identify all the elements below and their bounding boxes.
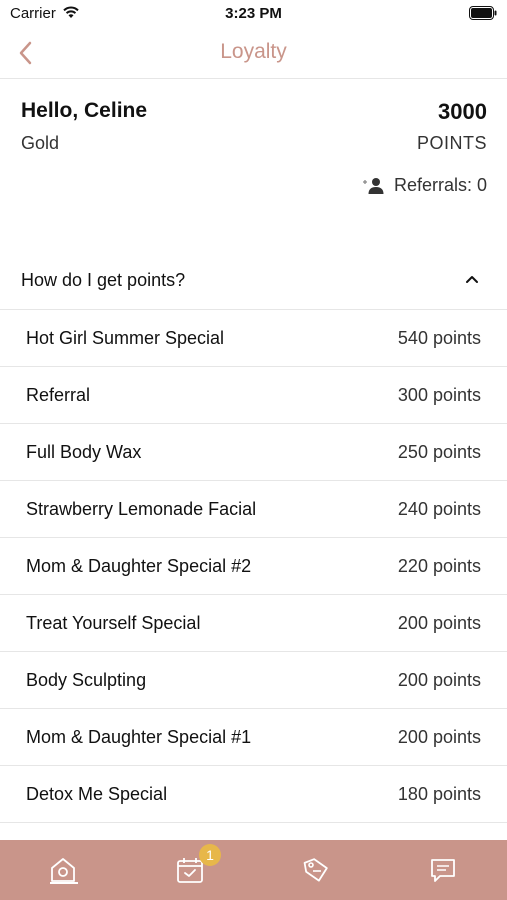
status-bar: Carrier 3:23 PM [0,0,507,28]
tier-label: Gold [21,133,60,153]
rule-points: 180 points [397,784,481,804]
rule-points: 200 points [397,613,481,633]
rule-name: Referral [26,385,91,405]
list-item: Full Body Wax 250 points [0,424,507,481]
rule-points: 220 points [397,556,481,576]
chat-icon [431,859,455,882]
list-item: Treat Yourself Special 200 points [0,595,507,652]
points-rules-list: Hot Girl Summer Special 540 points Refer… [0,310,507,823]
tab-shop[interactable] [253,840,379,900]
rule-name: Mom & Daughter Special #2 [26,556,252,576]
rule-points: 200 points [397,727,481,747]
rule-name: Mom & Daughter Special #1 [26,727,252,747]
rule-name: Body Sculpting [26,670,147,690]
appointments-badge: 1 [199,844,221,866]
list-item: Body Sculpting 200 points [0,652,507,709]
referrals-button[interactable]: Referrals: 0 [362,175,487,196]
battery-icon [469,6,497,20]
tab-home[interactable] [0,840,126,900]
navigation-bar: Loyalty [0,28,507,79]
how-to-get-points-toggle[interactable]: How do I get points? [0,252,507,310]
clock: 3:23 PM [225,5,282,22]
rule-name: Detox Me Special [26,784,168,804]
home-icon [51,858,75,882]
faq-title: How do I get points? [21,270,186,290]
rule-points: 200 points [397,670,481,690]
list-item: Referral 300 points [0,367,507,424]
rule-points: 240 points [397,499,481,519]
tab-bar: 1 [0,840,507,900]
rule-name: Treat Yourself Special [26,613,201,633]
list-item: Mom & Daughter Special #2 220 points [0,538,507,595]
rule-points: 540 points [397,328,481,348]
tab-appointments[interactable]: 1 [127,840,253,900]
rule-name: Full Body Wax [26,442,142,462]
list-item: Mom & Daughter Special #1 200 points [0,709,507,766]
rule-name: Hot Girl Summer Special [26,328,225,348]
rule-points: 250 points [397,442,481,462]
list-item: Detox Me Special 180 points [0,766,507,823]
list-item: Strawberry Lemonade Facial 240 points [0,481,507,538]
points-label: POINTS [416,133,487,153]
loyalty-summary: Hello, Celine Gold 3000 POINTS Referrals… [0,80,507,250]
rule-name: Strawberry Lemonade Facial [26,499,257,519]
greeting: Hello, Celine [21,99,148,122]
active-tab-indicator [50,882,78,884]
tag-icon [303,858,328,882]
page-title: Loyalty [220,40,287,63]
add-person-icon [362,177,384,194]
referrals-count: Referrals: 0 [393,175,487,195]
points-value: 3000 [438,99,487,124]
rule-points: 300 points [397,385,481,405]
chevron-up-icon [466,276,478,283]
tab-messages[interactable] [380,840,506,900]
list-item: Hot Girl Summer Special 540 points [0,310,507,367]
